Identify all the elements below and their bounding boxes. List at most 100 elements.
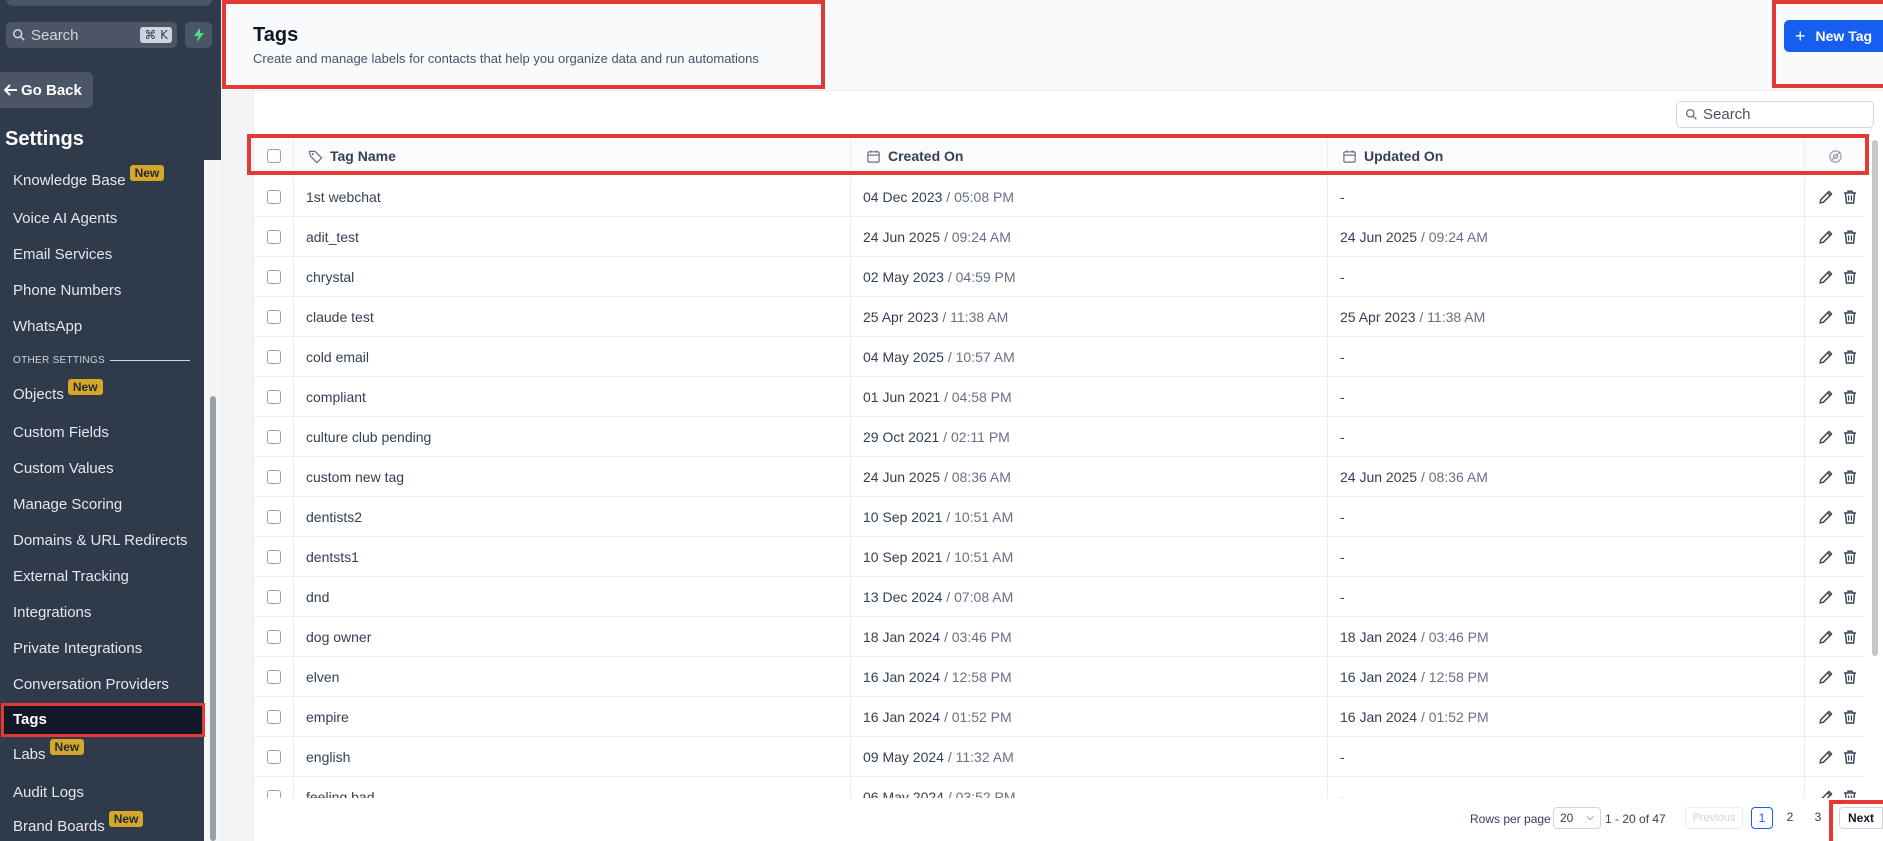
table-search-input[interactable]: Search: [1676, 101, 1874, 128]
rows-per-page-select[interactable]: 20 ⌵: [1553, 807, 1601, 829]
row-checkbox[interactable]: [267, 630, 281, 644]
tag-name-cell[interactable]: custom new tag: [306, 457, 404, 497]
edit-icon[interactable]: [1818, 469, 1834, 485]
sidebar-item-voice-ai-agents[interactable]: Voice AI Agents: [13, 210, 117, 227]
tag-name-cell[interactable]: adit_test: [306, 217, 359, 257]
sidebar-item-tags[interactable]: Tags: [1, 703, 205, 737]
go-back-button[interactable]: Go Back: [0, 72, 93, 108]
table-scrollbar[interactable]: [1872, 140, 1878, 656]
tag-name-cell[interactable]: feeling bad: [306, 777, 375, 798]
edit-icon[interactable]: [1818, 309, 1834, 325]
new-tag-button[interactable]: + New Tag: [1784, 20, 1883, 52]
trash-icon[interactable]: [1842, 629, 1858, 645]
trash-icon[interactable]: [1842, 789, 1858, 798]
tag-name-cell[interactable]: english: [306, 737, 350, 777]
row-checkbox[interactable]: [267, 390, 281, 404]
row-checkbox[interactable]: [267, 230, 281, 244]
edit-icon[interactable]: [1818, 629, 1834, 645]
page-2-button[interactable]: 2: [1779, 807, 1801, 829]
trash-icon[interactable]: [1842, 349, 1858, 365]
created-date: 16 Jan 2024: [863, 709, 941, 725]
trash-icon[interactable]: [1842, 709, 1858, 725]
trash-icon[interactable]: [1842, 229, 1858, 245]
row-checkbox[interactable]: [267, 510, 281, 524]
column-divider: [1804, 257, 1805, 297]
trash-icon[interactable]: [1842, 429, 1858, 445]
page-1-button[interactable]: 1: [1751, 807, 1773, 829]
row-checkbox[interactable]: [267, 430, 281, 444]
sidebar-item-knowledge-base[interactable]: Knowledge Base New: [13, 165, 165, 189]
row-checkbox[interactable]: [267, 710, 281, 724]
row-checkbox[interactable]: [267, 350, 281, 364]
sidebar-item-brand-boards[interactable]: Brand Boards New: [13, 811, 144, 835]
previous-button[interactable]: Previous: [1685, 807, 1743, 829]
row-checkbox[interactable]: [267, 310, 281, 324]
tag-name-cell[interactable]: dnd: [306, 577, 329, 617]
edit-icon[interactable]: [1818, 709, 1834, 725]
edit-icon[interactable]: [1818, 229, 1834, 245]
tag-name-cell[interactable]: dog owner: [306, 617, 371, 657]
edit-icon[interactable]: [1818, 269, 1834, 285]
edit-icon[interactable]: [1818, 549, 1834, 565]
sidebar-search[interactable]: Search ⌘ K: [6, 22, 177, 48]
tag-name-cell[interactable]: dentists2: [306, 497, 362, 537]
sidebar-item-email-services[interactable]: Email Services: [13, 246, 112, 263]
tag-name-cell[interactable]: dentsts1: [306, 537, 359, 577]
updated-time: / 01:52 PM: [1417, 709, 1489, 725]
trash-icon[interactable]: [1842, 589, 1858, 605]
sidebar-item-objects[interactable]: Objects New: [13, 379, 103, 403]
sidebar-item-whatsapp[interactable]: WhatsApp: [13, 318, 82, 335]
sidebar-item-labs[interactable]: Labs New: [13, 739, 85, 763]
trash-icon[interactable]: [1842, 549, 1858, 565]
sidebar-item-conversation-providers[interactable]: Conversation Providers: [13, 676, 169, 693]
tag-name-cell[interactable]: culture club pending: [306, 417, 431, 457]
sidebar-item-custom-values[interactable]: Custom Values: [13, 460, 114, 477]
column-divider: [850, 377, 851, 417]
edit-icon[interactable]: [1818, 349, 1834, 365]
tag-name-cell[interactable]: compliant: [306, 377, 366, 417]
tag-name-cell[interactable]: 1st webchat: [306, 177, 381, 217]
row-checkbox[interactable]: [267, 190, 281, 204]
trash-icon[interactable]: [1842, 509, 1858, 525]
row-checkbox[interactable]: [267, 790, 281, 798]
trash-icon[interactable]: [1842, 389, 1858, 405]
row-checkbox[interactable]: [267, 670, 281, 684]
sidebar-item-custom-fields[interactable]: Custom Fields: [13, 424, 109, 441]
edit-icon[interactable]: [1818, 189, 1834, 205]
sidebar-item-integrations[interactable]: Integrations: [13, 604, 91, 621]
row-checkbox[interactable]: [267, 470, 281, 484]
quick-actions-button[interactable]: [185, 22, 212, 48]
edit-icon[interactable]: [1818, 509, 1834, 525]
row-checkbox[interactable]: [267, 750, 281, 764]
sidebar-item-domains[interactable]: Domains & URL Redirects: [13, 532, 188, 549]
tag-name-cell[interactable]: chrystal: [306, 257, 354, 297]
edit-icon[interactable]: [1818, 589, 1834, 605]
edit-icon[interactable]: [1818, 429, 1834, 445]
edit-icon[interactable]: [1818, 749, 1834, 765]
sidebar-top-control[interactable]: [6, 0, 212, 6]
trash-icon[interactable]: [1842, 189, 1858, 205]
trash-icon[interactable]: [1842, 669, 1858, 685]
sidebar-item-manage-scoring[interactable]: Manage Scoring: [13, 496, 122, 513]
column-divider: [293, 217, 294, 257]
tag-name-cell[interactable]: claude test: [306, 297, 374, 337]
tag-name-cell[interactable]: elven: [306, 657, 339, 697]
page-3-button[interactable]: 3: [1807, 807, 1829, 829]
sidebar-scrollbar[interactable]: [210, 396, 216, 841]
row-checkbox[interactable]: [267, 550, 281, 564]
row-checkbox[interactable]: [267, 270, 281, 284]
trash-icon[interactable]: [1842, 309, 1858, 325]
trash-icon[interactable]: [1842, 749, 1858, 765]
edit-icon[interactable]: [1818, 789, 1834, 798]
tag-name-cell[interactable]: empire: [306, 697, 349, 737]
sidebar-item-phone-numbers[interactable]: Phone Numbers: [13, 282, 121, 299]
trash-icon[interactable]: [1842, 469, 1858, 485]
edit-icon[interactable]: [1818, 669, 1834, 685]
row-checkbox[interactable]: [267, 590, 281, 604]
tag-name-cell[interactable]: cold email: [306, 337, 369, 377]
sidebar-item-audit-logs[interactable]: Audit Logs: [13, 784, 84, 801]
sidebar-item-external-tracking[interactable]: External Tracking: [13, 568, 129, 585]
trash-icon[interactable]: [1842, 269, 1858, 285]
sidebar-item-private-integrations[interactable]: Private Integrations: [13, 640, 142, 657]
edit-icon[interactable]: [1818, 389, 1834, 405]
